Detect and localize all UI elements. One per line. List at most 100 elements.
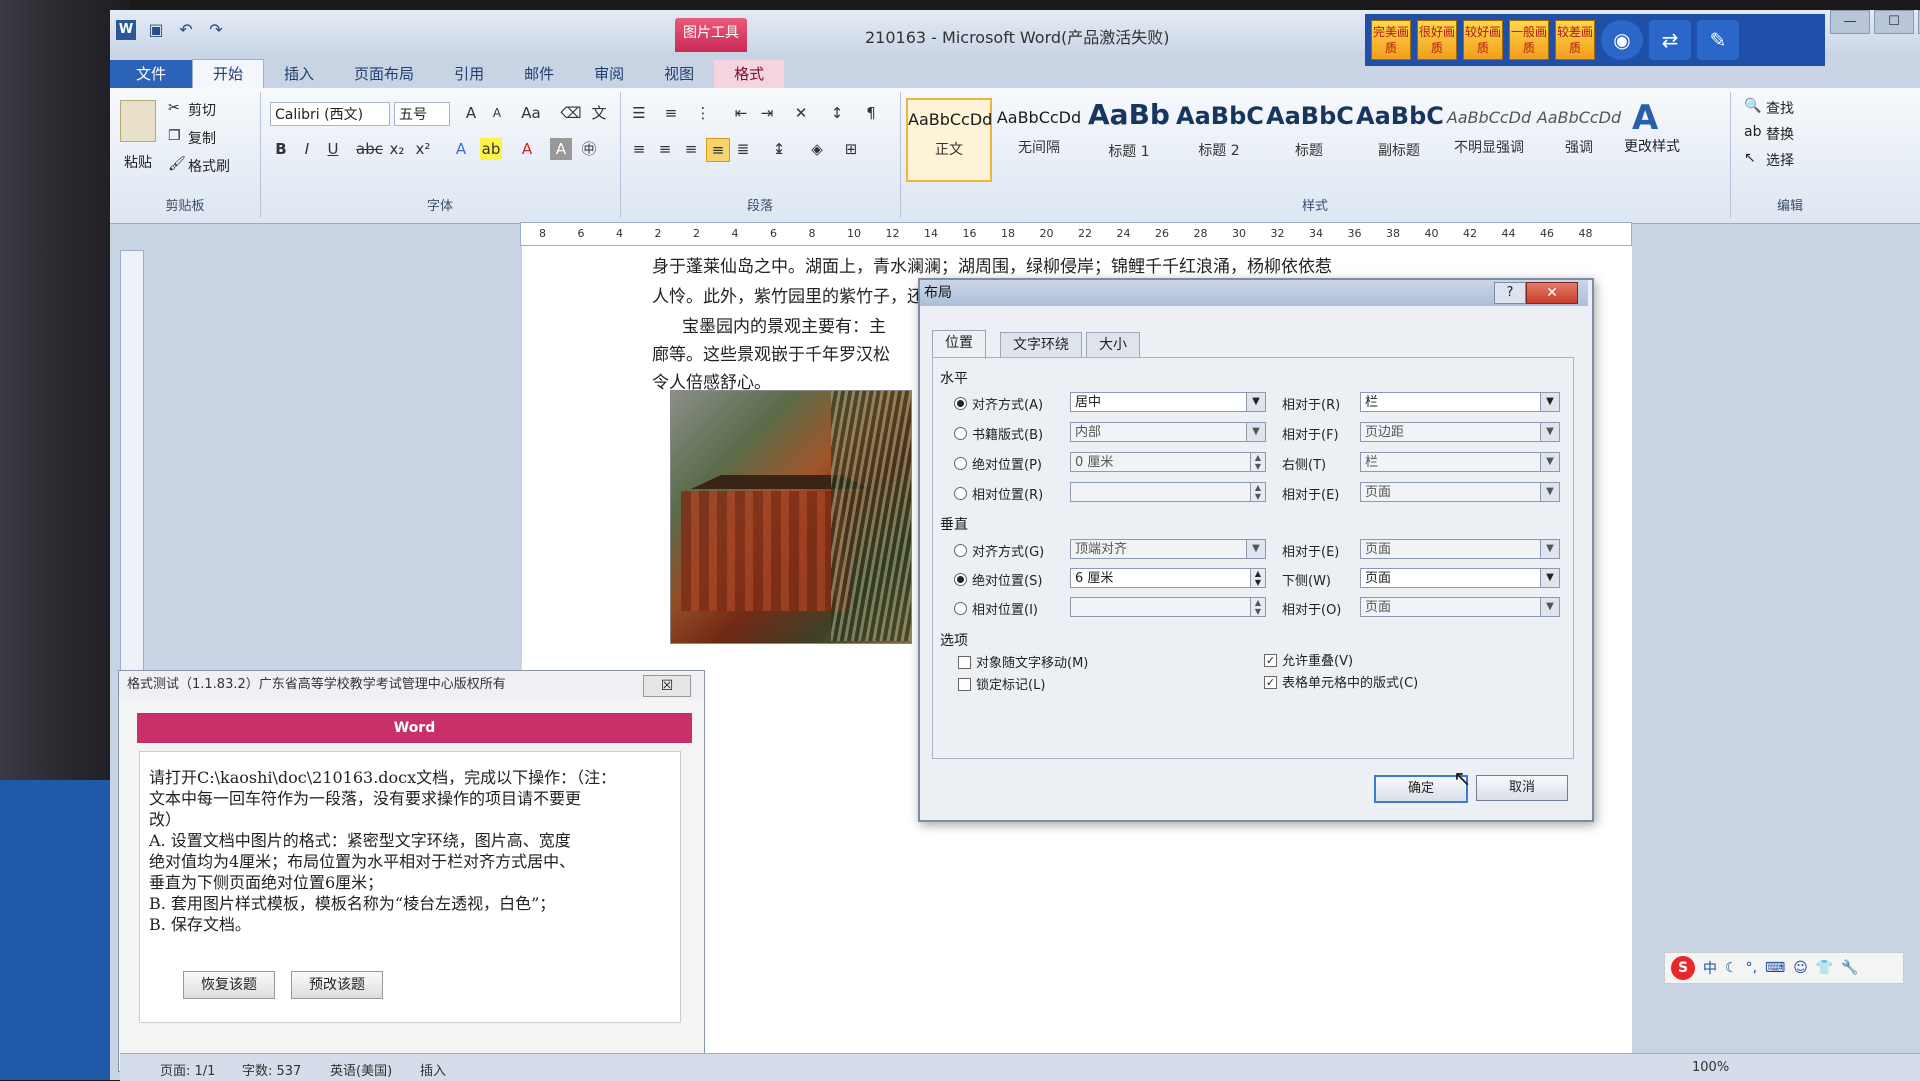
show-marks-icon[interactable]: ¶ [860, 102, 882, 124]
addon-good-button[interactable]: 较好画质 [1463, 20, 1503, 60]
tab-mailings[interactable]: 邮件 [504, 60, 574, 88]
v-abs-input[interactable]: 6 厘米 ▲ ▼ [1070, 568, 1266, 588]
find-icon[interactable]: 🔍 [1744, 98, 1761, 114]
v-align-rel-select[interactable]: 页面 ▼ [1360, 539, 1560, 559]
cut-button[interactable]: 剪切 [188, 100, 216, 120]
replace-icon[interactable]: ab [1744, 124, 1761, 140]
tab-home[interactable]: 开始 [192, 59, 265, 88]
move-with-text-checkbox[interactable] [958, 656, 971, 669]
addon-poor-button[interactable]: 较差画质 [1555, 20, 1595, 60]
user-icon[interactable]: ☺ [1793, 960, 1808, 976]
v-rel-input[interactable]: ▲ ▼ [1070, 597, 1266, 617]
font-color-icon[interactable]: A [516, 138, 538, 160]
tab-file[interactable]: 文件 [110, 60, 193, 88]
enclose-char-icon[interactable]: ㊥ [578, 138, 600, 160]
tab-insert[interactable]: 插入 [264, 60, 334, 88]
tab-format[interactable]: 格式 [714, 60, 785, 88]
tab-references[interactable]: 引用 [434, 60, 504, 88]
superscript-icon[interactable]: x² [412, 138, 434, 160]
decrease-indent-icon[interactable]: ⇤ [730, 102, 752, 124]
status-lang[interactable]: 英语(美国) [330, 1060, 392, 1079]
keyboard-icon[interactable]: ⌨ [1765, 960, 1785, 976]
font-size-combo[interactable]: 五号 [394, 102, 450, 126]
horizontal-ruler[interactable]: 8 6 4 2 2 4 6 8 10 12 14 16 18 20 22 24 26 28 30 32 34 36 38 40… [520, 222, 1632, 246]
paste-icon[interactable] [120, 100, 156, 142]
h-abs-input[interactable]: 0 厘米 ▲ ▼ [1070, 452, 1266, 472]
line-spacing-icon[interactable]: ↨ [768, 138, 790, 160]
punctuation-icon[interactable]: °, [1746, 960, 1757, 976]
h-abs-radio[interactable] [954, 457, 967, 470]
h-align-select[interactable]: 居中 ▼ [1070, 392, 1266, 412]
status-words[interactable]: 字数: 537 [242, 1060, 301, 1079]
h-align-radio[interactable] [954, 397, 967, 410]
distributed-icon[interactable]: ≣ [732, 138, 754, 160]
style-normal[interactable]: AaBbCcDd 正文 [906, 98, 992, 182]
v-abs-rel-select[interactable]: 页面 ▼ [1360, 568, 1560, 588]
h-book-radio[interactable] [954, 427, 967, 440]
help-button[interactable]: ? [1494, 282, 1526, 304]
tab-view[interactable]: 视图 [644, 60, 714, 88]
shirt-icon[interactable]: 👕 [1816, 960, 1833, 976]
restore-question-button[interactable]: 恢复该题 [183, 971, 275, 999]
h-book-select[interactable]: 内部 ▼ [1070, 422, 1266, 442]
dialog-close-button[interactable]: ✕ [1526, 282, 1578, 304]
status-page[interactable]: 页面: 1/1 [160, 1060, 215, 1079]
shading-icon[interactable]: ◈ [806, 138, 828, 160]
find-button[interactable]: 查找 [1766, 98, 1794, 118]
h-book-rel-select[interactable]: 页边距 ▼ [1360, 422, 1560, 442]
style-title[interactable]: AaBbC 标题 [1266, 98, 1354, 182]
wrench-icon[interactable]: 🔧 [1841, 960, 1858, 976]
h-abs-rel-select[interactable]: 栏 ▼ [1360, 452, 1560, 472]
addon-transfer-icon[interactable]: ⇄ [1649, 20, 1691, 60]
cancel-button[interactable]: 取消 [1476, 775, 1568, 801]
multilevel-icon[interactable]: ⋮ [692, 102, 714, 124]
ime-mode[interactable]: 中 [1703, 958, 1717, 978]
sort-icon[interactable]: ↕ [826, 102, 848, 124]
addon-globe-icon[interactable]: ◉ [1601, 20, 1643, 60]
format-painter-icon[interactable]: 🖌 [168, 156, 186, 172]
style-no-spacing[interactable]: AaBbCcDd 无间隔 [996, 98, 1082, 182]
h-rel-input[interactable]: ▲ ▼ [1070, 482, 1266, 502]
h-rel-rel-select[interactable]: 页面 ▼ [1360, 482, 1560, 502]
style-subtitle[interactable]: AaBbC 副标题 [1356, 98, 1444, 182]
status-mode[interactable]: 插入 [420, 1060, 446, 1079]
select-icon[interactable]: ↖ [1744, 150, 1756, 166]
style-heading-1[interactable]: AaBb 标题 1 [1086, 98, 1172, 182]
addon-perfect-button[interactable]: 完美画质 [1371, 20, 1411, 60]
grade-question-button[interactable]: 预改该题 [291, 971, 383, 999]
copy-button[interactable]: 复制 [188, 128, 216, 148]
layout-in-cell-checkbox[interactable]: ✓ [1264, 676, 1277, 689]
char-shading-icon[interactable]: A [550, 138, 572, 160]
addon-pen-icon[interactable]: ✎ [1697, 20, 1739, 60]
tab-position[interactable]: 位置 [932, 330, 986, 359]
change-styles-icon[interactable]: A [1632, 98, 1658, 138]
status-zoom[interactable]: 100% [1692, 1060, 1729, 1075]
h-rel-radio[interactable] [954, 487, 967, 500]
select-button[interactable]: 选择 [1766, 150, 1794, 170]
v-align-radio[interactable] [954, 544, 967, 557]
moon-icon[interactable]: ☾ [1725, 960, 1738, 976]
borders-icon[interactable]: ⊞ [840, 138, 862, 160]
addon-very-good-button[interactable]: 很好画质 [1417, 20, 1457, 60]
justify-icon[interactable]: ≡ [706, 138, 730, 162]
addon-normal-button[interactable]: 一般画质 [1509, 20, 1549, 60]
exam-close-button[interactable]: ☒ [643, 675, 691, 697]
grow-font-icon[interactable]: A [460, 102, 482, 124]
underline-icon[interactable]: U [322, 138, 344, 160]
paste-button[interactable]: 粘贴 [124, 152, 152, 172]
tab-size[interactable]: 大小 [1086, 332, 1140, 357]
tab-text-wrapping[interactable]: 文字环绕 [1000, 332, 1082, 357]
italic-icon[interactable]: I [296, 138, 318, 160]
tab-page-layout[interactable]: 页面布局 [334, 60, 434, 88]
v-rel-radio[interactable] [954, 602, 967, 615]
shrink-font-icon[interactable]: A [486, 102, 508, 124]
clear-format-icon[interactable]: ⌫ [560, 102, 582, 124]
redo-icon[interactable]: ↷ [206, 20, 226, 40]
sogou-logo-icon[interactable]: S [1671, 956, 1695, 980]
copy-icon[interactable]: ❐ [168, 128, 181, 144]
align-right-icon[interactable]: ≡ [680, 138, 702, 160]
phonetic-icon[interactable]: 文 [588, 102, 610, 124]
v-abs-radio[interactable] [954, 573, 967, 586]
numbering-icon[interactable]: ≡ [660, 102, 682, 124]
undo-icon[interactable]: ↶ [176, 20, 196, 40]
